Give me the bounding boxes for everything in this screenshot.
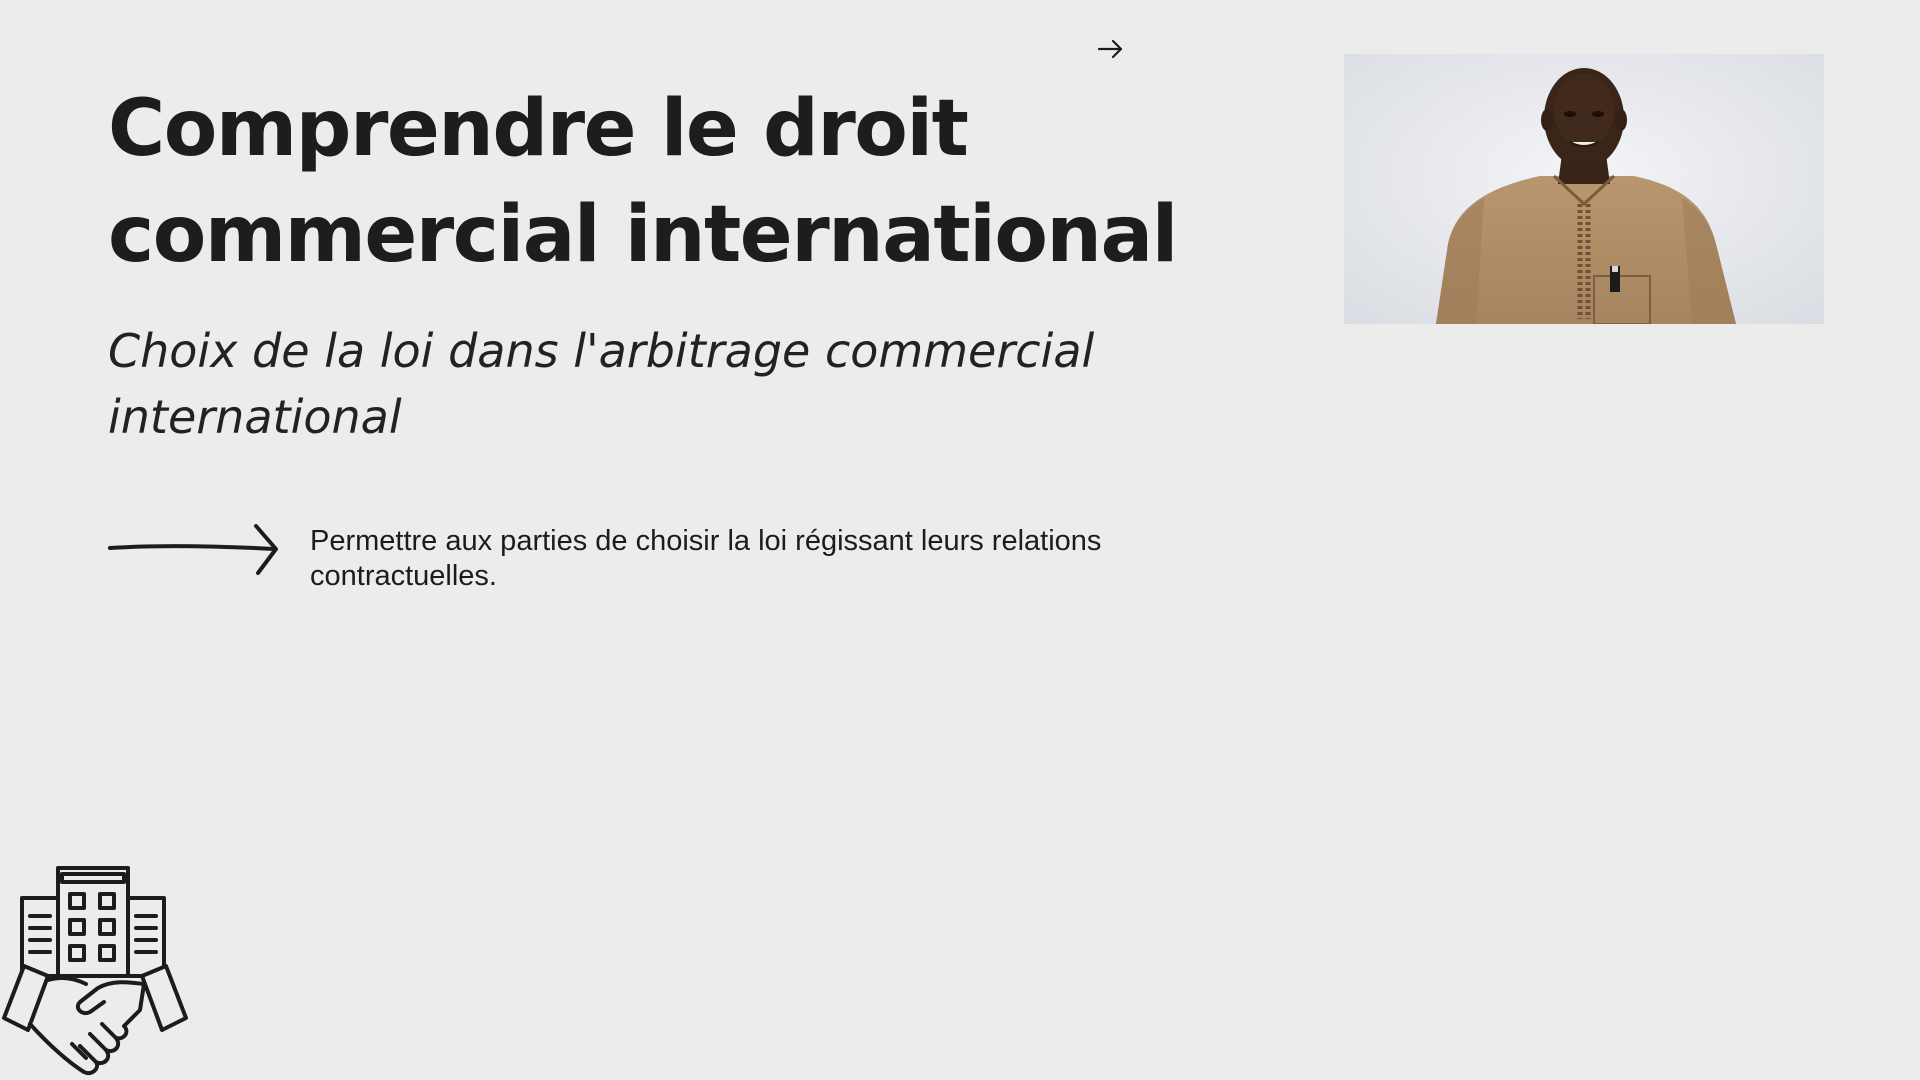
presenter-figure — [1344, 54, 1824, 324]
slide-title: Comprendre le droit commercial internati… — [108, 84, 1178, 280]
presenter-video[interactable] — [1344, 54, 1824, 324]
slide-subtitle: Choix de la loi dans l'arbitrage commerc… — [108, 324, 1095, 444]
long-arrow-right-icon — [108, 524, 278, 575]
next-arrow-icon[interactable] — [1096, 36, 1126, 62]
slide: Comprendre le droit commercial internati… — [0, 0, 1920, 1080]
bullet-text: Permettre aux parties de choisir la loi … — [310, 525, 1102, 592]
building-handshake-icon — [2, 866, 188, 1075]
